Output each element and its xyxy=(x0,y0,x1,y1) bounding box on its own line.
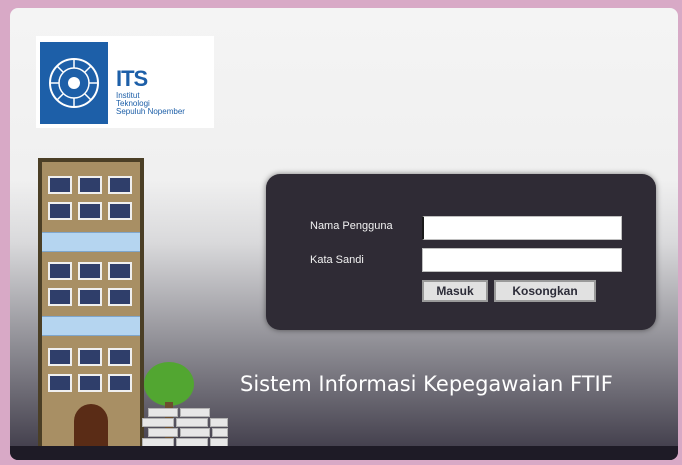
building-door xyxy=(74,404,108,448)
building-window xyxy=(108,348,132,366)
building-window xyxy=(48,176,72,194)
brick xyxy=(176,418,208,427)
its-logo: ITS Institut Teknologi Sepuluh Nopember xyxy=(36,36,214,128)
building-window xyxy=(78,262,102,280)
brick xyxy=(142,418,174,427)
clear-button[interactable]: Kosongkan xyxy=(494,280,596,302)
logo-wordmark: ITS xyxy=(116,66,148,91)
password-label: Kata Sandi xyxy=(310,254,364,266)
bottom-bar xyxy=(10,446,678,460)
building-window xyxy=(78,348,102,366)
building-window xyxy=(48,262,72,280)
building-window xyxy=(48,374,72,392)
brick xyxy=(148,428,178,437)
building-window xyxy=(78,202,102,220)
building-glass-band xyxy=(42,232,140,252)
brick-steps-icon xyxy=(140,408,230,448)
building-illustration xyxy=(38,158,144,448)
building-window xyxy=(78,176,102,194)
building-window xyxy=(108,202,132,220)
building-glass-band xyxy=(42,316,140,336)
brick xyxy=(148,408,178,417)
brick xyxy=(180,428,210,437)
brick xyxy=(210,418,228,427)
password-input[interactable] xyxy=(422,248,622,272)
building-window xyxy=(78,374,102,392)
tree-icon xyxy=(144,362,194,406)
building-window xyxy=(108,374,132,392)
app-title: Sistem Informasi Kepegawaian FTIF xyxy=(240,372,613,396)
building-window xyxy=(78,288,102,306)
login-panel: Nama Pengguna Kata Sandi Masuk Kosongkan xyxy=(266,174,656,330)
its-emblem-icon xyxy=(40,42,108,124)
brick xyxy=(212,428,228,437)
username-label: Nama Pengguna xyxy=(310,220,393,232)
login-button[interactable]: Masuk xyxy=(422,280,488,302)
building-window xyxy=(108,288,132,306)
building-window xyxy=(48,202,72,220)
building-window xyxy=(108,176,132,194)
building-window xyxy=(108,262,132,280)
login-page: ITS Institut Teknologi Sepuluh Nopember xyxy=(10,8,678,460)
logo-line-3: Sepuluh Nopember xyxy=(116,107,185,116)
brick xyxy=(180,408,210,417)
building-window xyxy=(48,348,72,366)
username-input[interactable] xyxy=(422,216,622,240)
building-window xyxy=(48,288,72,306)
